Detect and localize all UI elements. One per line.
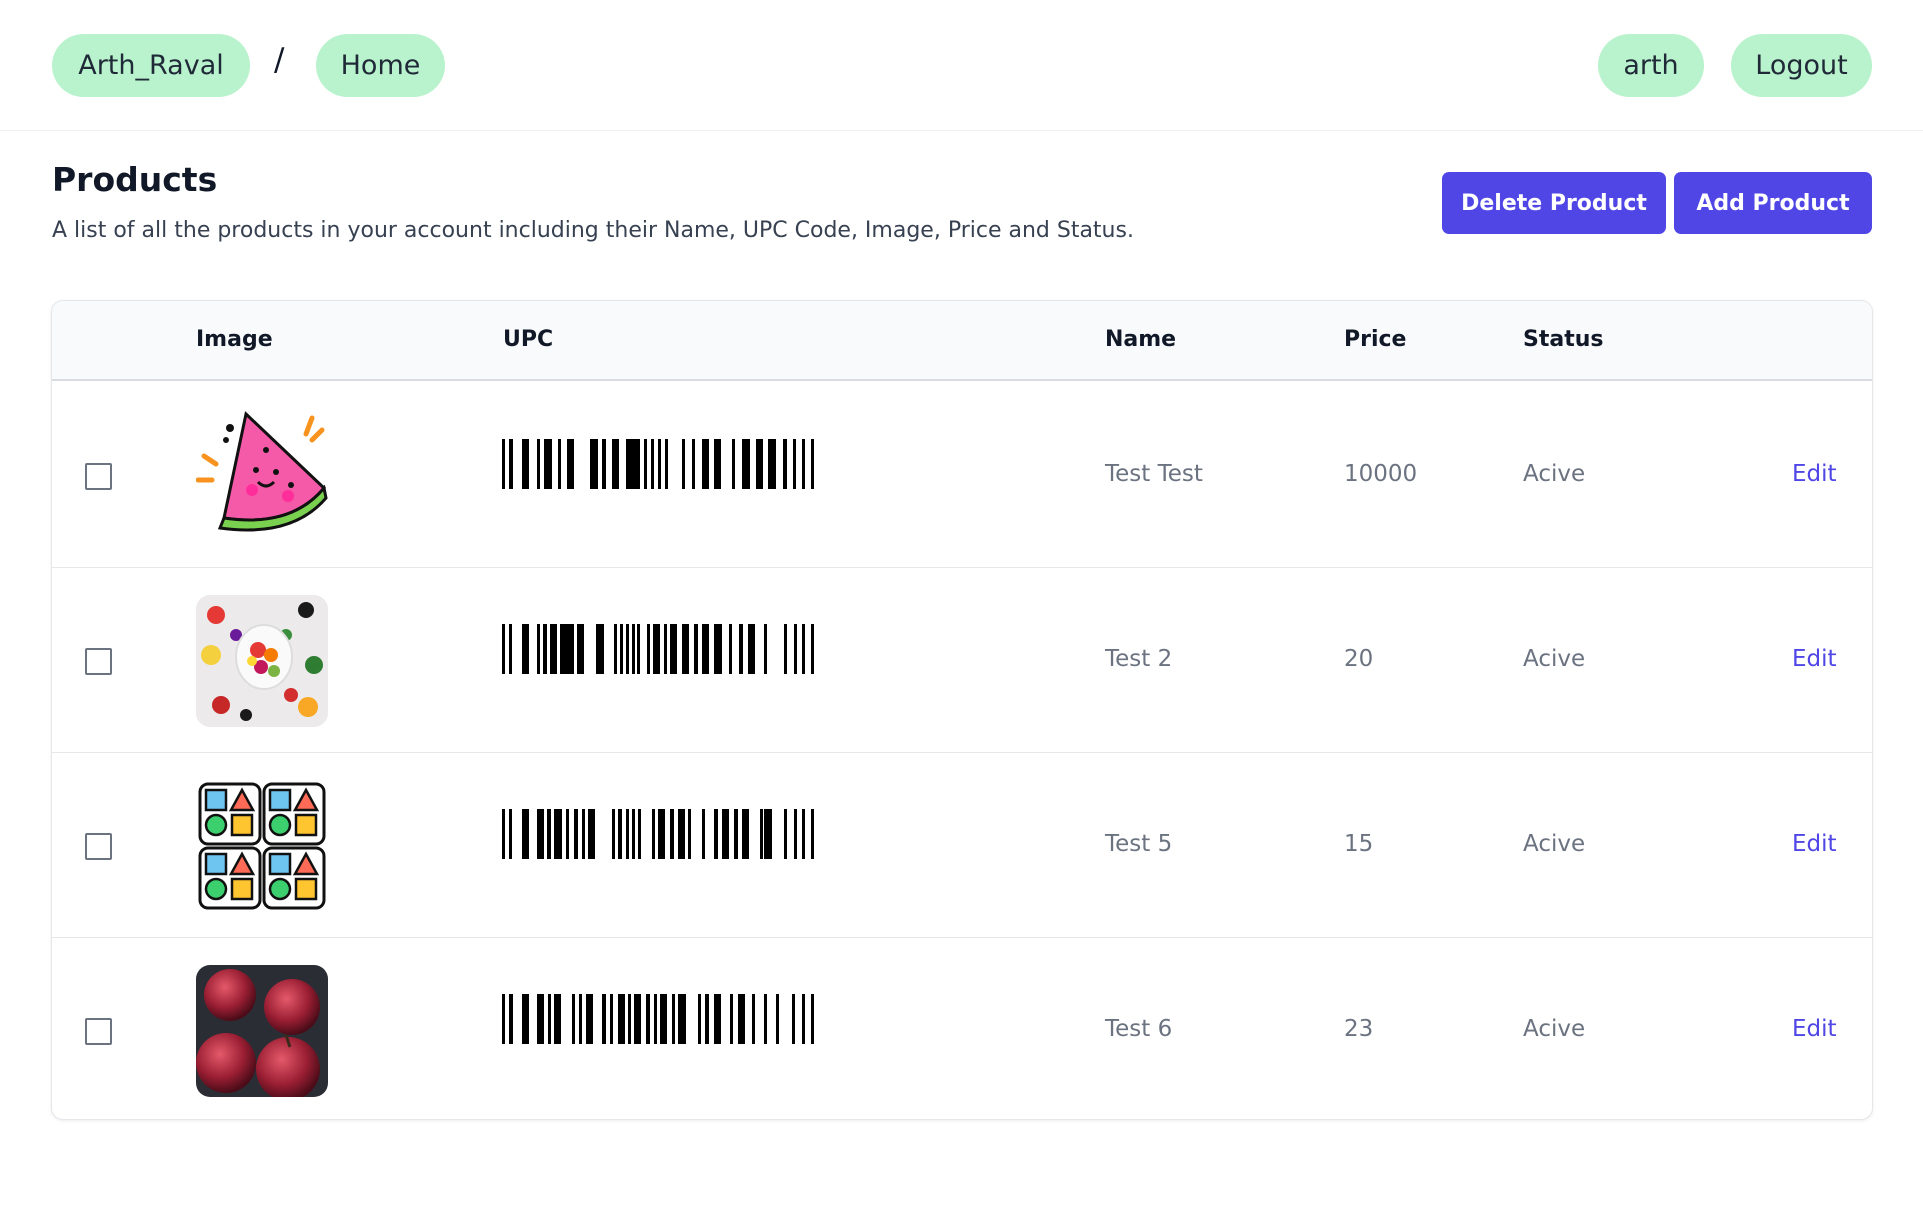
add-product-button[interactable]: Add Product (1674, 172, 1872, 234)
watermelon-image (196, 410, 328, 542)
page-description: A list of all the products in your accou… (52, 218, 1134, 243)
product-name: Test 6 (1105, 1016, 1173, 1042)
column-header-status: Status (1523, 327, 1604, 352)
row-checkbox[interactable] (85, 1018, 112, 1045)
column-header-name: Name (1105, 327, 1177, 352)
breadcrumb-user-link[interactable]: Arth_Raval (52, 34, 250, 97)
upc-barcode (502, 624, 814, 674)
edit-link[interactable]: Edit (1792, 461, 1837, 487)
product-name: Test 5 (1105, 831, 1173, 857)
breadcrumb-separator: / (274, 42, 285, 78)
table-row: Test 5 15 Acive Edit (52, 753, 1872, 938)
delete-product-button[interactable]: Delete Product (1442, 172, 1666, 234)
product-name: Test Test (1105, 461, 1203, 487)
product-status: Acive (1523, 1016, 1586, 1042)
product-price: 23 (1344, 1016, 1374, 1042)
product-price: 10000 (1344, 461, 1418, 487)
edit-link[interactable]: Edit (1792, 831, 1837, 857)
product-status: Acive (1523, 646, 1586, 672)
top-nav: Arth_Raval / Home arth Logout (0, 0, 1923, 131)
user-menu-button[interactable]: arth (1598, 34, 1704, 97)
product-name: Test 2 (1105, 646, 1173, 672)
upc-barcode (502, 809, 814, 859)
product-price: 15 (1344, 831, 1374, 857)
breadcrumb-home-link[interactable]: Home (316, 34, 445, 97)
product-status: Acive (1523, 831, 1586, 857)
upc-barcode (502, 994, 814, 1044)
shapes-grid-image (196, 780, 328, 912)
page-title: Products (52, 160, 218, 199)
logout-button[interactable]: Logout (1731, 34, 1872, 97)
edit-link[interactable]: Edit (1792, 646, 1837, 672)
upc-barcode (502, 439, 814, 489)
column-header-image: Image (196, 327, 273, 352)
product-price: 20 (1344, 646, 1374, 672)
table-row: Test 2 20 Acive Edit (52, 568, 1872, 753)
edit-link[interactable]: Edit (1792, 1016, 1837, 1042)
row-checkbox[interactable] (85, 833, 112, 860)
products-table: Image UPC Name Price Status Test Test 10… (51, 300, 1873, 1120)
table-row: Test 6 23 Acive Edit (52, 938, 1872, 1119)
product-status: Acive (1523, 461, 1586, 487)
table-header: Image UPC Name Price Status (52, 301, 1872, 381)
red-apples-image (196, 965, 328, 1097)
row-checkbox[interactable] (85, 648, 112, 675)
table-row: Test Test 10000 Acive Edit (52, 383, 1872, 568)
fruit-bowl-image (196, 595, 328, 727)
column-header-upc: UPC (503, 327, 554, 352)
column-header-price: Price (1344, 327, 1407, 352)
row-checkbox[interactable] (85, 463, 112, 490)
